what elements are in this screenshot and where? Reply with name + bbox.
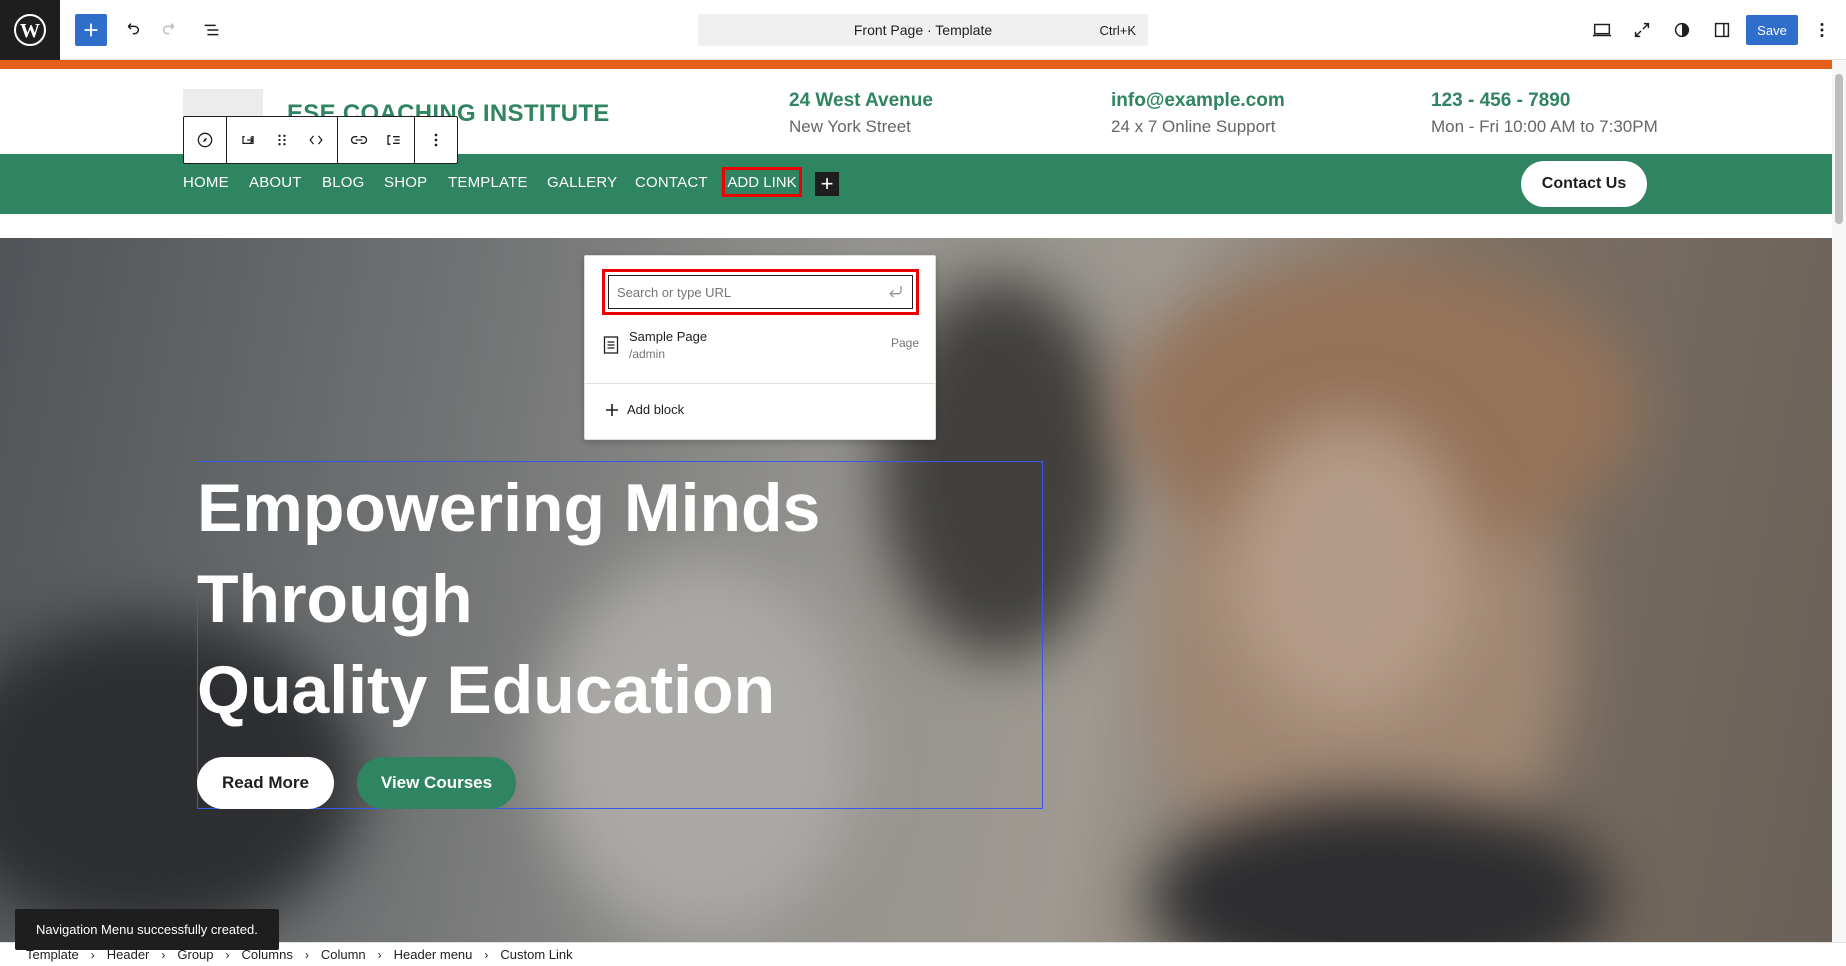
chevron-right-icon: › (377, 947, 382, 962)
add-submenu-icon[interactable] (378, 125, 408, 155)
more-options-icon[interactable] (421, 125, 451, 155)
document-overview-icon[interactable] (196, 14, 228, 46)
link-icon[interactable] (344, 125, 374, 155)
block-inserter-button[interactable] (75, 14, 107, 46)
breadcrumb-item[interactable]: Custom Link (500, 947, 572, 962)
block-type-group (184, 117, 227, 163)
block-move-group (227, 117, 338, 163)
suggestion-type: Page (890, 336, 919, 350)
fullscreen-icon[interactable] (1626, 14, 1658, 46)
snackbar-notice[interactable]: Navigation Menu successfully created. (15, 909, 279, 950)
canvas-scrollbar[interactable] (1832, 60, 1846, 942)
top-accent-bar (0, 60, 1832, 69)
drag-handle-icon[interactable] (267, 125, 297, 155)
redo-icon[interactable] (155, 14, 187, 46)
wordpress-logo-icon[interactable]: W (0, 0, 60, 60)
hours-text: Mon - Fri 10:00 AM to 7:30PM (1431, 117, 1658, 136)
save-button[interactable]: Save (1746, 15, 1798, 45)
url-search-input[interactable] (608, 275, 913, 309)
breadcrumb-item[interactable]: Header menu (394, 947, 473, 962)
support-text: 24 x 7 Online Support (1111, 117, 1276, 136)
move-left-right-icon[interactable] (301, 125, 331, 155)
submit-enter-icon[interactable] (886, 282, 906, 302)
read-more-button[interactable]: Read More (197, 757, 334, 809)
nav-item-add-link[interactable]: ADD LINK (722, 167, 802, 197)
svg-text:W: W (20, 20, 40, 42)
suggestion-url: /admin (629, 347, 666, 361)
editor-top-toolbar: W Front Page · Template Ctrl+K Save (0, 0, 1846, 60)
phone-info: 123 - 456 - 7890 Mon - Fri 10:00 AM to 7… (1431, 90, 1658, 137)
add-nav-item-plus-icon[interactable]: + (815, 172, 839, 196)
chevron-right-icon: › (484, 947, 489, 962)
address-line1: 24 West Avenue (789, 90, 933, 111)
popover-divider (585, 383, 935, 384)
link-suggestion-item[interactable]: Sample Page /admin Page (603, 326, 919, 366)
phone-text: 123 - 456 - 7890 (1431, 90, 1571, 111)
plus-icon (606, 403, 618, 416)
snackbar-message: Navigation Menu successfully created. (36, 922, 258, 937)
nav-item-shop[interactable]: SHOP (384, 174, 427, 191)
command-shortcut: Ctrl+K (1099, 22, 1136, 38)
url-search-highlight (602, 269, 919, 315)
document-title: Front Page · Template (853, 22, 993, 38)
settings-sidebar-icon[interactable] (1706, 14, 1738, 46)
hero-heading-line3: Quality Education (197, 652, 776, 728)
add-block-label: Add block (627, 402, 685, 417)
contact-us-button[interactable]: Contact Us (1521, 161, 1647, 207)
compass-icon[interactable] (190, 125, 220, 155)
nav-item-home[interactable]: HOME (183, 174, 229, 191)
nav-item-blog[interactable]: BLOG (322, 174, 364, 191)
nav-item-template[interactable]: TEMPLATE (448, 174, 528, 191)
options-menu-icon[interactable] (1808, 14, 1836, 46)
email-text: info@example.com (1111, 90, 1285, 111)
add-block-button[interactable]: Add block (605, 402, 684, 417)
nav-item-gallery[interactable]: GALLERY (547, 174, 617, 191)
email-info: info@example.com 24 x 7 Online Support (1111, 90, 1285, 137)
suggestion-title: Sample Page (629, 329, 708, 344)
view-courses-button[interactable]: View Courses (357, 757, 516, 809)
hero-heading-line2: Through (197, 561, 473, 637)
nav-item-contact[interactable]: CONTACT (635, 174, 708, 191)
address-line2: New York Street (789, 117, 911, 136)
device-preview-icon[interactable] (1586, 14, 1618, 46)
page-icon (603, 336, 619, 354)
chevron-right-icon: › (304, 947, 309, 962)
block-toolbar (183, 116, 458, 164)
hero-heading-line1: Empowering Minds (197, 470, 821, 546)
block-more-group (415, 117, 457, 163)
address-info: 24 West Avenue New York Street (789, 90, 933, 137)
nav-item-about[interactable]: ABOUT (249, 174, 302, 191)
link-control-popover: Sample Page /admin Page Add block (584, 255, 936, 440)
block-link-group (338, 117, 415, 163)
breadcrumb-item[interactable]: Column (321, 947, 366, 962)
styles-contrast-icon[interactable] (1666, 14, 1698, 46)
hero-heading[interactable]: Empowering Minds Through Quality Educati… (197, 463, 820, 736)
undo-icon[interactable] (115, 14, 147, 46)
editor-canvas: ESE COACHING INSTITUTE 24 West Avenue Ne… (0, 60, 1832, 942)
scrollbar-thumb[interactable] (1835, 74, 1843, 224)
command-palette-bar[interactable]: Front Page · Template Ctrl+K (698, 14, 1148, 46)
custom-link-block-icon[interactable] (233, 125, 263, 155)
